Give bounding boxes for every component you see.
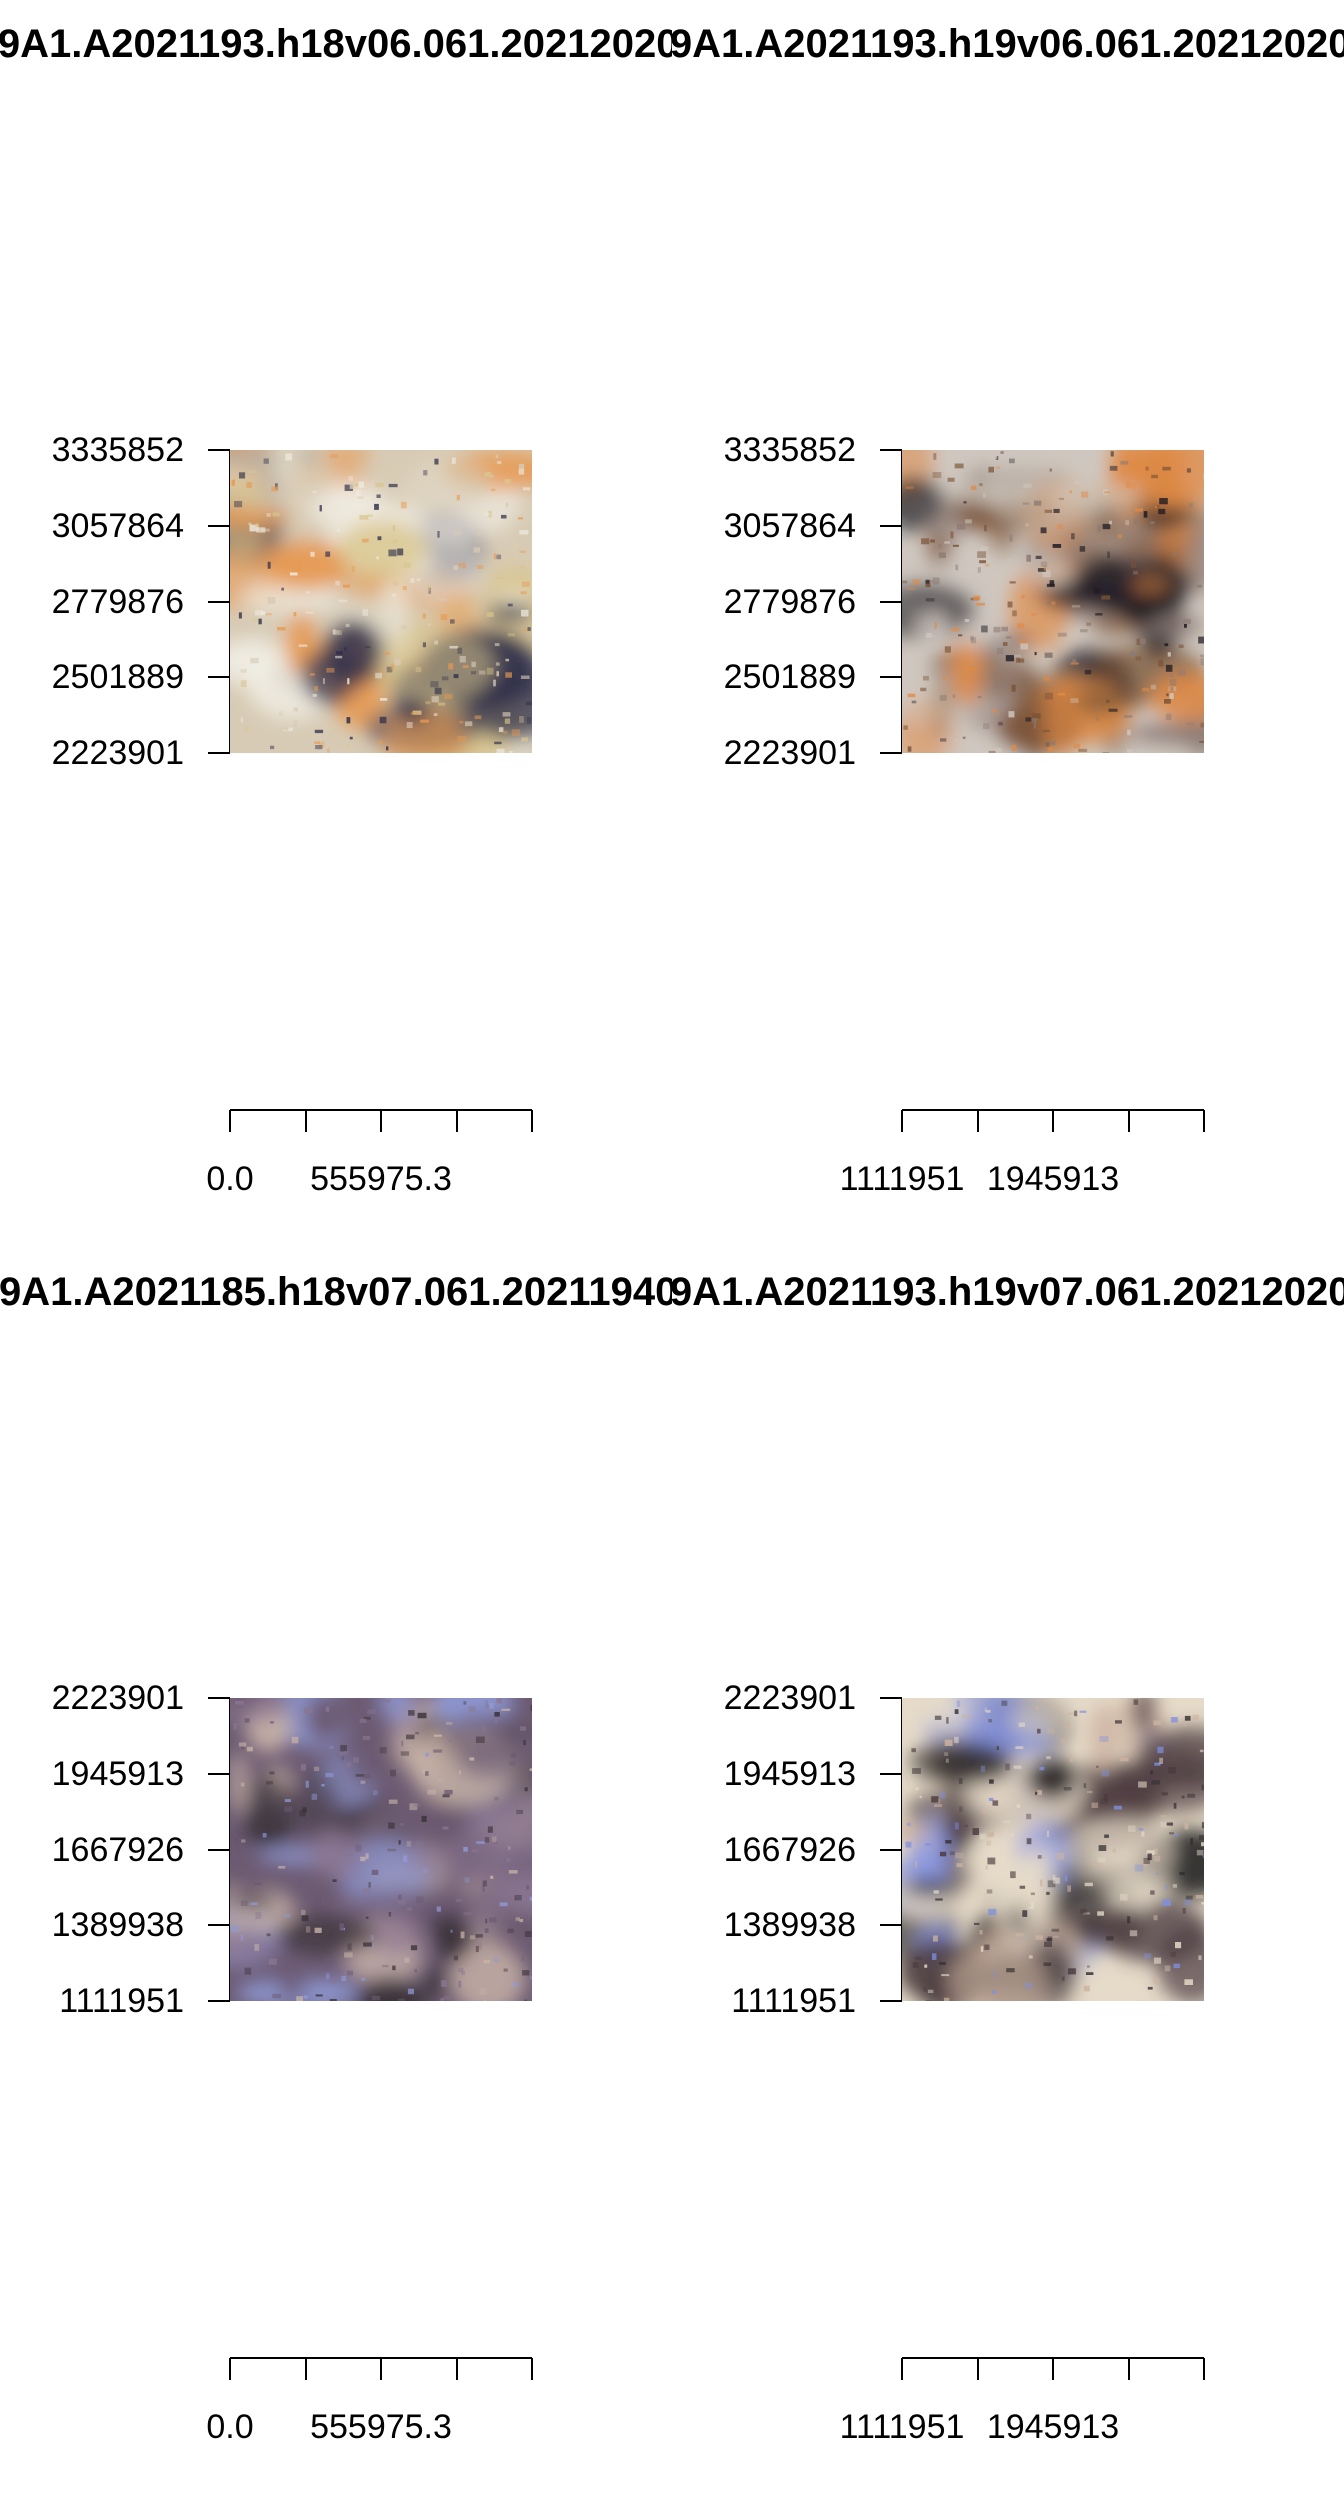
y-tick-label: 1667926 (723, 1831, 856, 1869)
x-tick-label: 0.0 (206, 1160, 254, 1198)
y-tick-label: 1945913 (723, 1755, 856, 1793)
y-tick-label: 3057864 (723, 507, 856, 545)
y-tick-label: 3335852 (723, 431, 856, 469)
raster-panel-h18v07: MOD09A1.A2021185.h18v07.061.202119403352… (0, 1248, 672, 2496)
satellite-image (230, 450, 532, 753)
raster-panel-h18v06: MOD09A1.A2021193.h18v06.061.202120204500… (0, 0, 672, 1248)
panel-title: MOD09A1.A2021193.h19v06.061.202120204500… (672, 22, 1344, 66)
y-tick-label: 1667926 (51, 1831, 184, 1869)
y-tick-label: 2223901 (51, 1679, 184, 1717)
y-tick-label: 1389938 (51, 1906, 184, 1944)
y-tick-label: 2223901 (51, 734, 184, 772)
y-tick-label: 2223901 (723, 1679, 856, 1717)
y-tick-label: 2501889 (723, 658, 856, 696)
x-tick-label: 1945913 (986, 1160, 1120, 1198)
y-tick-label: 2501889 (51, 658, 184, 696)
y-tick-label: 1389938 (723, 1906, 856, 1944)
raster-panel-h19v06: MOD09A1.A2021193.h19v06.061.202120204500… (672, 0, 1344, 1248)
y-tick-label: 2223901 (723, 734, 856, 772)
satellite-image (902, 450, 1204, 753)
satellite-image (230, 1698, 532, 2001)
x-tick-label: 555975.3 (310, 2408, 452, 2446)
x-tick-label: 1111951 (839, 2408, 965, 2446)
panel-title: MOD09A1.A2021185.h18v07.061.202119403352… (0, 1270, 672, 1314)
y-tick-label: 1111951 (731, 1982, 856, 2020)
panel-title: MOD09A1.A2021193.h18v06.061.202120204500… (0, 22, 672, 66)
y-tick-label: 2779876 (723, 583, 856, 621)
satellite-image (902, 1698, 1204, 2001)
y-tick-label: 1945913 (51, 1755, 184, 1793)
raster-panel-h19v07: MOD09A1.A2021193.h19v07.061.202120204500… (672, 1248, 1344, 2496)
x-tick-label: 1945913 (986, 2408, 1120, 2446)
x-tick-label: 0.0 (206, 2408, 254, 2446)
y-tick-label: 2779876 (51, 583, 184, 621)
x-tick-label: 1111951 (839, 1160, 965, 1198)
panel-title: MOD09A1.A2021193.h19v07.061.202120204500… (672, 1270, 1344, 1314)
y-tick-label: 3057864 (51, 507, 184, 545)
y-tick-label: 3335852 (51, 431, 184, 469)
x-tick-label: 555975.3 (310, 1160, 452, 1198)
y-tick-label: 1111951 (59, 1982, 184, 2020)
